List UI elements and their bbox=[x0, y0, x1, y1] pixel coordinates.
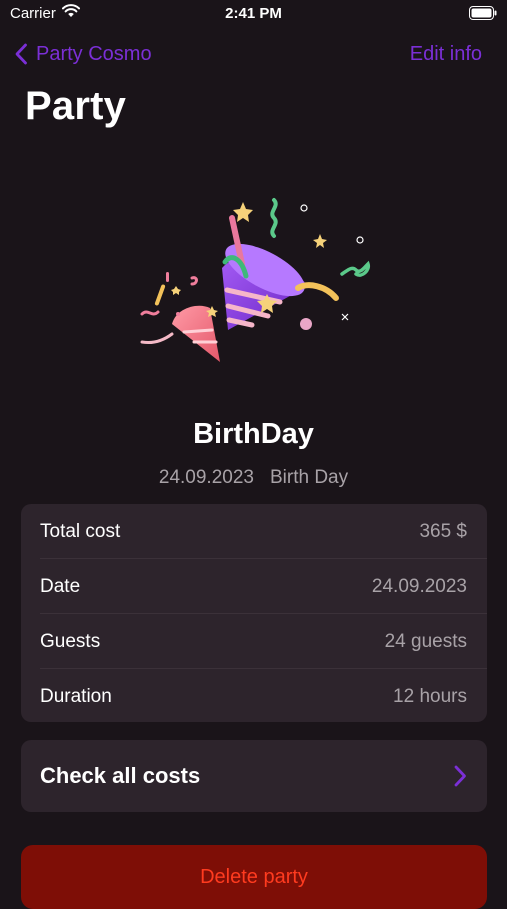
party-name: BirthDay bbox=[193, 418, 314, 450]
detail-value: 365 $ bbox=[419, 520, 467, 542]
back-button-label: Party Cosmo bbox=[36, 42, 152, 65]
party-type: Birth Day bbox=[269, 467, 349, 488]
clock-label: 2:41 PM bbox=[225, 5, 282, 22]
date-row: Date 24.09.2023 bbox=[21, 559, 487, 614]
back-button[interactable]: Party Cosmo bbox=[14, 40, 152, 68]
delete-party-label: Delete party bbox=[200, 865, 308, 888]
total-cost-row: Total cost 365 $ bbox=[21, 504, 487, 559]
duration-row: Duration 12 hours bbox=[21, 669, 487, 722]
detail-value: 12 hours bbox=[393, 685, 467, 707]
detail-label: Date bbox=[40, 575, 81, 597]
edit-info-button[interactable]: Edit info bbox=[410, 40, 482, 68]
check-all-costs-button[interactable]: Check all costs bbox=[21, 740, 487, 812]
detail-value: 24 guests bbox=[384, 630, 467, 652]
party-popper-icon bbox=[140, 198, 371, 362]
guests-row: Guests 24 guests bbox=[21, 614, 487, 669]
page-title: Party bbox=[25, 84, 127, 128]
chevron-left-icon bbox=[15, 43, 27, 65]
party-date: 24.09.2023 bbox=[158, 467, 254, 488]
status-bar: Carrier 2:41 PM bbox=[0, 0, 507, 28]
detail-value: 24.09.2023 bbox=[371, 575, 467, 597]
detail-label: Total cost bbox=[40, 520, 121, 542]
chevron-right-icon bbox=[454, 765, 466, 787]
navigation-bar: Party Cosmo Edit info bbox=[0, 36, 507, 70]
detail-label: Duration bbox=[40, 685, 112, 707]
delete-party-button[interactable]: Delete party bbox=[21, 845, 487, 909]
party-subtitle: 24.09.2023 Birth Day bbox=[0, 467, 507, 489]
battery-icon bbox=[469, 6, 497, 20]
detail-label: Guests bbox=[40, 630, 101, 652]
party-details-card: Total cost 365 $ Date 24.09.2023 Guests … bbox=[21, 504, 487, 722]
check-all-costs-label: Check all costs bbox=[40, 763, 201, 788]
